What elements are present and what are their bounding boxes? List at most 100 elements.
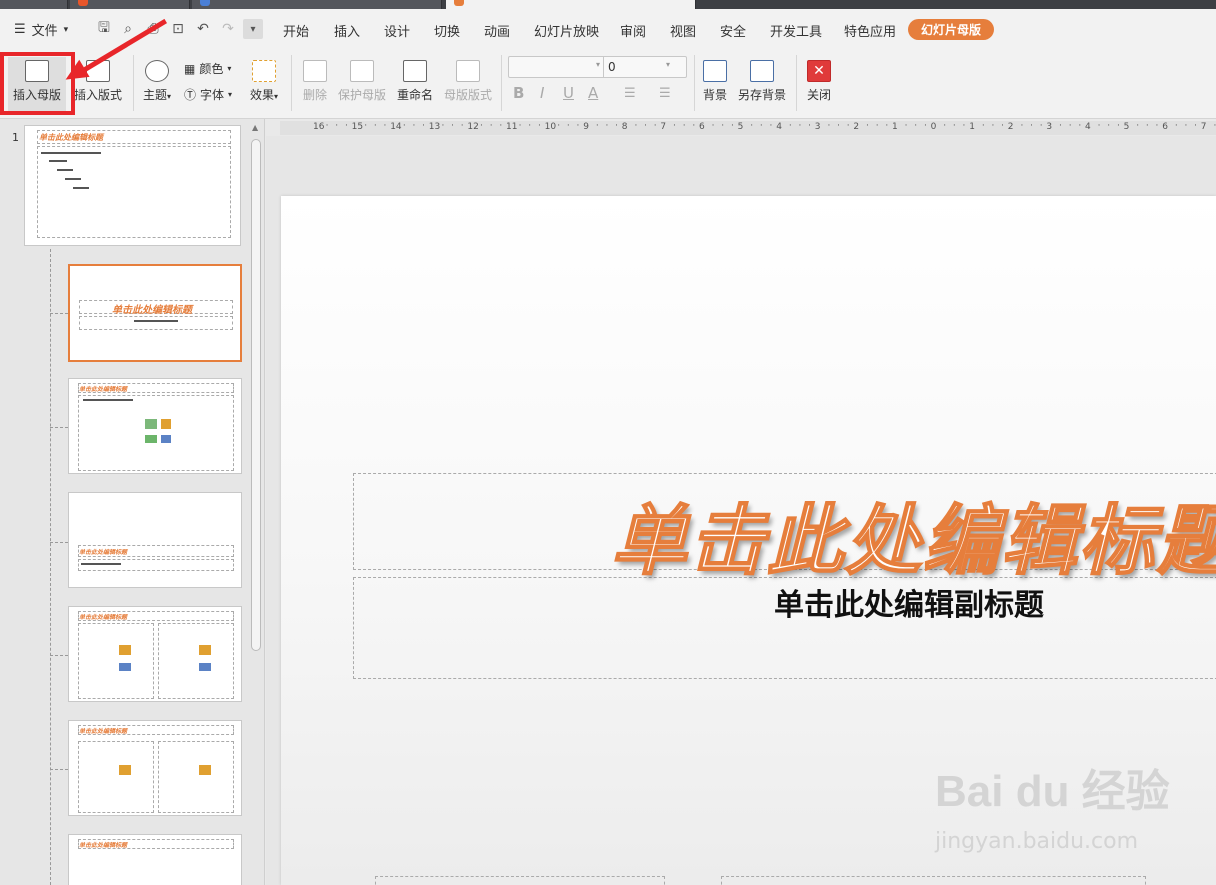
bold-icon[interactable]: B: [513, 84, 524, 102]
background-button[interactable]: 背景: [700, 60, 730, 103]
ruler-minor-tick: ·: [595, 121, 599, 131]
ruler-minor-tick: ·: [412, 121, 416, 131]
tab-security[interactable]: 安全: [720, 21, 746, 40]
thumbnail-scrollbar[interactable]: ▲: [250, 123, 262, 883]
ruler-minor-tick: ·: [827, 121, 831, 131]
rename-button[interactable]: 重命名: [395, 60, 435, 103]
quick-access-dropdown[interactable]: ▾: [243, 19, 263, 39]
numbered-list-icon[interactable]: ☰: [659, 86, 671, 101]
tab-transition[interactable]: 切换: [434, 21, 460, 40]
file-menu[interactable]: ☰ 文件 ▾: [14, 20, 68, 39]
tree-branch: [50, 542, 68, 543]
ruler-tick-label: 1: [969, 122, 975, 132]
ruler-minor-tick: ·: [537, 121, 541, 131]
font-size-select[interactable]: 0 ▾: [603, 56, 687, 78]
ruler-minor-tick: ·: [730, 121, 734, 131]
ruler-minor-tick: ·: [1107, 121, 1111, 131]
theme-label: 主题: [142, 88, 167, 102]
tab-start[interactable]: 开始: [283, 21, 309, 40]
title-only-layout-thumbnail[interactable]: 单击此处编辑标题: [68, 834, 242, 885]
delete-button[interactable]: 删除: [298, 60, 332, 103]
tab-document-active[interactable]: [446, 0, 696, 9]
print-preview-icon[interactable]: ⊡: [168, 19, 188, 39]
text-line: [81, 563, 121, 565]
save-icon[interactable]: 🖫: [94, 19, 114, 39]
scroll-up-icon[interactable]: ▲: [252, 123, 258, 132]
font-button[interactable]: Ⓣ 字体 ▾: [184, 86, 232, 103]
chart-icon: [119, 645, 131, 655]
theme-button[interactable]: 主题▾: [139, 60, 175, 103]
font-color-icon[interactable]: A: [588, 84, 598, 102]
chart-icon: [161, 419, 171, 429]
tab-review[interactable]: 审阅: [620, 21, 646, 40]
thumb-title: 单击此处编辑标题: [39, 133, 103, 142]
media-icon: [199, 663, 211, 671]
ruler-tick-label: 6: [699, 122, 705, 132]
separator: [133, 55, 134, 111]
tab-special[interactable]: 特色应用: [844, 21, 896, 40]
tab-document-2[interactable]: [192, 0, 442, 9]
ruler-minor-tick: ·: [1078, 121, 1082, 131]
underline-icon[interactable]: U: [563, 84, 574, 102]
menu-bar: ☰ 文件 ▾ 🖫 ⌕ ⎙ ⊡ ↶ ↷ ▾ 开始 插入 设计 切换 动画 幻灯片放…: [0, 9, 1216, 49]
ruler-minor-tick: ·: [1155, 121, 1159, 131]
left-placeholder: [78, 623, 154, 699]
chart-icon: [119, 765, 131, 775]
ruler-minor-tick: ·: [991, 121, 995, 131]
thumb-title: 单击此处编辑标题: [112, 305, 192, 316]
ruler-tick-label: 11: [506, 122, 518, 132]
color-button[interactable]: ▦ 颜色 ▾: [184, 60, 231, 77]
hamburger-icon: ☰: [14, 22, 26, 37]
separator: [694, 55, 695, 111]
ruler-tick-label: 0: [930, 122, 937, 132]
ruler-tick-label: 4: [776, 122, 782, 132]
ruler-minor-tick: ·: [557, 121, 561, 131]
master-number: 1: [12, 131, 19, 144]
undo-icon[interactable]: ↶: [193, 19, 213, 39]
ruler-minor-tick: ·: [383, 121, 387, 131]
scrollbar-thumb[interactable]: [251, 139, 261, 651]
tab-insert[interactable]: 插入: [334, 21, 360, 40]
tab-home[interactable]: [0, 0, 68, 9]
comparison-layout-thumbnail[interactable]: 单击此处编辑标题: [68, 720, 242, 816]
two-content-layout-thumbnail[interactable]: 单击此处编辑标题: [68, 606, 242, 702]
tab-view[interactable]: 视图: [670, 21, 696, 40]
content-layout-thumbnail[interactable]: 单击此处编辑标题: [68, 378, 242, 474]
italic-icon[interactable]: I: [540, 84, 544, 102]
tab-animation[interactable]: 动画: [484, 21, 510, 40]
tab-design[interactable]: 设计: [384, 21, 410, 40]
close-master-button[interactable]: ✕ 关闭: [804, 60, 834, 103]
tree-branch: [50, 769, 68, 770]
text-line: [83, 399, 133, 401]
ruler-minor-tick: ·: [499, 121, 503, 131]
tab-developer[interactable]: 开发工具: [770, 21, 822, 40]
save-background-button[interactable]: 另存背景: [736, 60, 788, 103]
ruler-minor-tick: ·: [923, 121, 927, 131]
tab-slideshow[interactable]: 幻灯片放映: [534, 21, 599, 40]
effect-button[interactable]: 效果▾: [246, 60, 282, 103]
watermark-logo: Bai du 经验: [935, 767, 1170, 816]
bullet-list-icon[interactable]: ☰: [624, 86, 636, 101]
ruler-tick-label: 3: [814, 122, 821, 132]
rename-label: 重命名: [396, 88, 433, 102]
slide-subtitle[interactable]: 单击此处编辑副标题: [774, 580, 1044, 624]
right-placeholder: [158, 623, 234, 699]
section-layout-thumbnail[interactable]: 单击此处编辑标题: [68, 492, 242, 588]
title-layout-thumbnail[interactable]: 单击此处编辑标题: [68, 264, 242, 362]
slide-title[interactable]: 单击此处编辑标题: [610, 479, 1216, 589]
table-icon: [145, 419, 157, 429]
close-label: 关闭: [806, 88, 831, 102]
font-family-select[interactable]: ▾: [508, 56, 604, 78]
master-slide-thumbnail[interactable]: 单击此处编辑标题: [24, 125, 241, 246]
ruler-minor-tick: ·: [489, 121, 493, 131]
protect-master-button[interactable]: 保护母版: [336, 60, 388, 103]
ruler-minor-tick: ·: [769, 121, 773, 131]
tab-document-1[interactable]: [70, 0, 190, 9]
slide-thumbnail-panel: 1 单击此处编辑标题 单击此处编辑标题 单击此处编辑标题 单击此处编辑标题 单击…: [0, 119, 265, 885]
ruler-minor-tick: ·: [528, 121, 532, 131]
tab-slide-master[interactable]: 幻灯片母版: [908, 19, 995, 40]
tree-branch: [50, 655, 68, 656]
master-layout-button[interactable]: 母版版式: [442, 60, 494, 103]
ruler-minor-tick: ·: [335, 121, 339, 131]
redo-icon[interactable]: ↷: [218, 19, 238, 39]
